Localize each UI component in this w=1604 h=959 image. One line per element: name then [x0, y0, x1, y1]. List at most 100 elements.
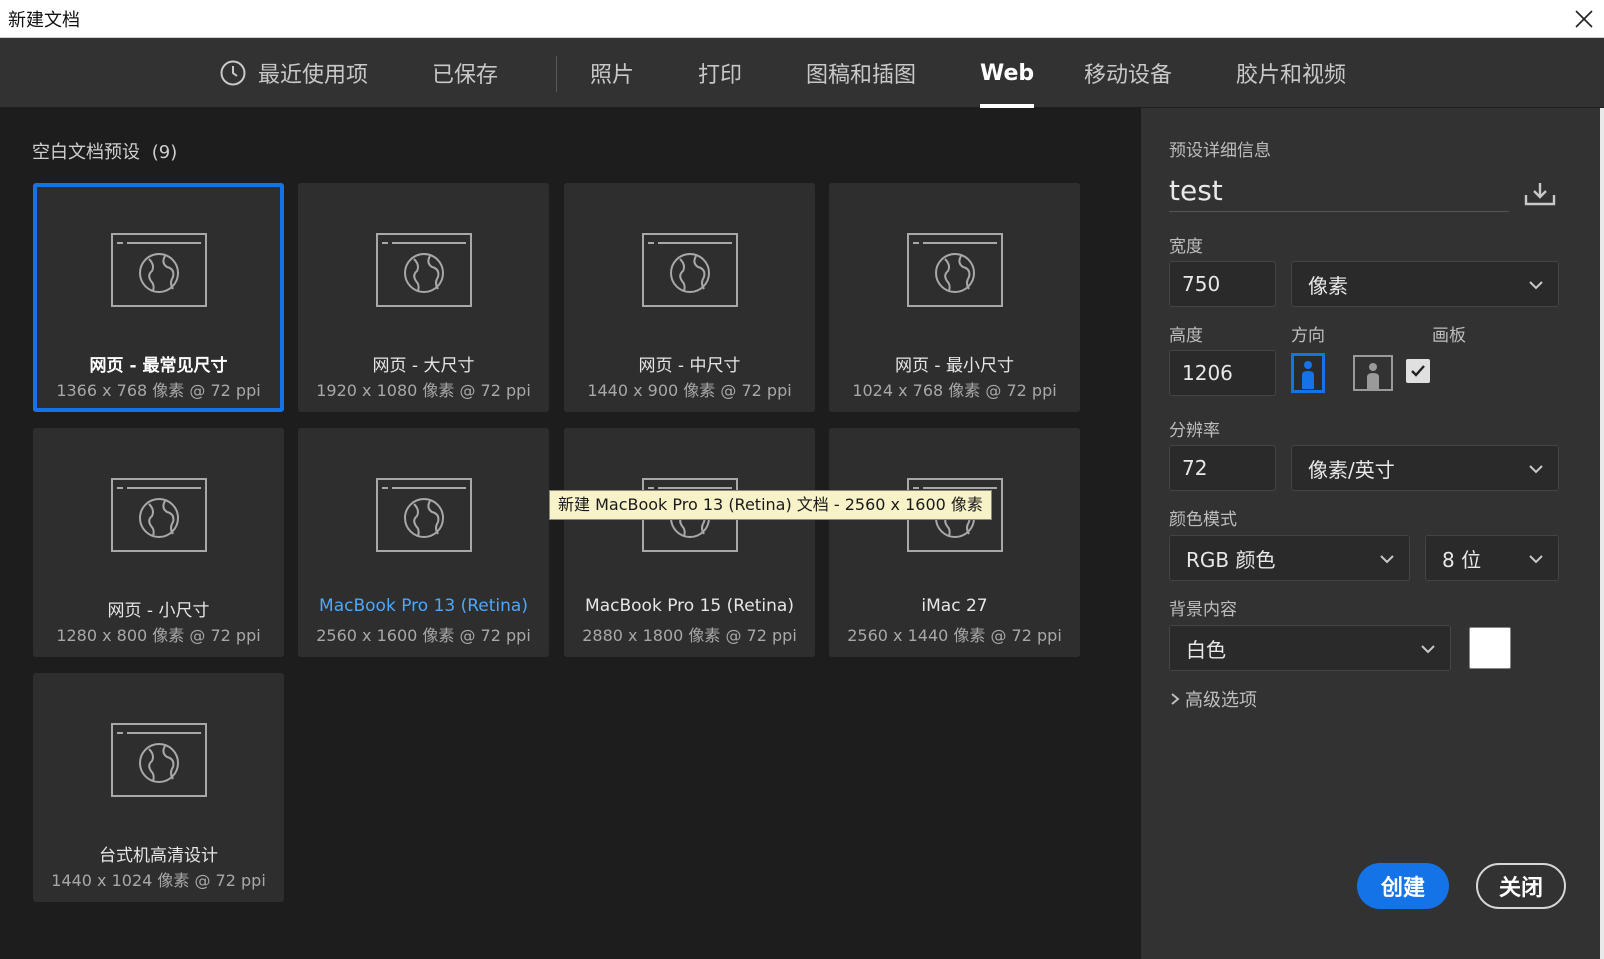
preset-name: 网页 - 小尺寸 — [107, 601, 210, 621]
width-unit-select[interactable]: 像素 — [1291, 261, 1559, 307]
preset-name: MacBook Pro 15 (Retina) — [585, 596, 794, 616]
orientation-label: 方向 — [1291, 326, 1325, 346]
preset-card[interactable]: MacBook Pro 13 (Retina) 2560 x 1600 像素 @… — [298, 428, 549, 657]
background-color-swatch[interactable] — [1469, 627, 1511, 669]
preset-dimensions: 1280 x 800 像素 @ 72 ppi — [56, 626, 261, 645]
artboard-checkbox[interactable] — [1406, 359, 1430, 383]
preset-dimensions: 1366 x 768 像素 @ 72 ppi — [56, 381, 261, 400]
close-button[interactable]: 关闭 — [1476, 863, 1566, 909]
artboard-label: 画板 — [1432, 326, 1466, 346]
preset-area: 空白文档预设 (9) 网页 - 最常见尺寸 1366 x 768 像素 @ 72… — [0, 108, 1141, 959]
tab-saved[interactable]: 已保存 — [432, 38, 498, 108]
preset-card[interactable]: iMac 27 2560 x 1440 像素 @ 72 ppi — [829, 428, 1080, 657]
window-edge — [1600, 108, 1604, 959]
preset-dimensions: 1440 x 1024 像素 @ 72 ppi — [51, 871, 266, 890]
save-preset-button[interactable] — [1523, 181, 1557, 211]
preset-card[interactable]: 网页 - 最小尺寸 1024 x 768 像素 @ 72 ppi — [829, 183, 1080, 412]
preset-card[interactable]: 网页 - 中尺寸 1440 x 900 像素 @ 72 ppi — [564, 183, 815, 412]
chevron-down-icon — [1529, 465, 1543, 474]
resolution-unit-value: 像素/英寸 — [1308, 457, 1395, 482]
web-document-icon — [376, 233, 472, 307]
clock-icon — [220, 60, 246, 86]
preset-details-panel: 预设详细信息 test 宽度 750 像素 高度 方向 画板 1206 分辨率 … — [1141, 108, 1604, 959]
color-mode-label: 颜色模式 — [1169, 510, 1237, 530]
preset-card[interactable]: 网页 - 大尺寸 1920 x 1080 像素 @ 72 ppi — [298, 183, 549, 412]
background-label: 背景内容 — [1169, 600, 1237, 620]
tab-recent[interactable]: 最近使用项 — [220, 38, 368, 108]
tab-label: 最近使用项 — [258, 63, 369, 88]
web-document-icon — [111, 233, 207, 307]
preset-dimensions: 1920 x 1080 像素 @ 72 ppi — [316, 381, 531, 400]
tab-label: 图稿和插图 — [806, 63, 917, 88]
chevron-down-icon — [1529, 281, 1543, 290]
width-input[interactable]: 750 — [1169, 261, 1276, 307]
bit-depth-value: 8 位 — [1442, 547, 1482, 572]
tab-photo[interactable]: 照片 — [590, 38, 634, 108]
preset-tooltip: 新建 MacBook Pro 13 (Retina) 文档 - 2560 x 1… — [549, 490, 992, 520]
presets-title: 空白文档预设 — [32, 142, 140, 163]
bit-depth-select[interactable]: 8 位 — [1425, 535, 1559, 581]
web-document-icon — [642, 233, 738, 307]
close-icon — [1575, 10, 1593, 28]
chevron-right-icon — [1171, 693, 1180, 705]
resolution-label: 分辨率 — [1169, 421, 1220, 441]
preset-card[interactable]: MacBook Pro 15 (Retina) 2880 x 1800 像素 @… — [564, 428, 815, 657]
create-button[interactable]: 创建 — [1357, 863, 1449, 909]
presets-count: (9) — [151, 142, 178, 163]
landscape-orientation-button[interactable] — [1353, 355, 1393, 391]
preset-card[interactable]: 网页 - 最常见尺寸 1366 x 768 像素 @ 72 ppi — [33, 183, 284, 412]
landscape-icon — [1353, 355, 1393, 391]
presets-heading: 空白文档预设 (9) — [32, 138, 177, 164]
tab-film-video[interactable]: 胶片和视频 — [1236, 38, 1346, 108]
tab-label: 照片 — [590, 63, 635, 88]
preset-dimensions: 1440 x 900 像素 @ 72 ppi — [587, 381, 792, 400]
width-unit-value: 像素 — [1308, 273, 1348, 298]
preset-card[interactable]: 网页 - 小尺寸 1280 x 800 像素 @ 72 ppi — [33, 428, 284, 657]
preset-dimensions: 2880 x 1800 像素 @ 72 ppi — [582, 626, 797, 645]
web-document-icon — [111, 723, 207, 797]
save-preset-icon — [1524, 183, 1556, 206]
tab-label: Web — [980, 60, 1035, 86]
color-mode-value: RGB 颜色 — [1186, 547, 1276, 572]
tab-mobile[interactable]: 移动设备 — [1084, 38, 1172, 108]
chevron-down-icon — [1529, 555, 1543, 564]
tab-label: 打印 — [698, 63, 743, 88]
chevron-down-icon — [1380, 555, 1394, 564]
preset-card[interactable]: 台式机高清设计 1440 x 1024 像素 @ 72 ppi — [33, 673, 284, 902]
resolution-unit-select[interactable]: 像素/英寸 — [1291, 445, 1559, 491]
background-value: 白色 — [1186, 637, 1226, 662]
web-document-icon — [111, 478, 207, 552]
tab-web[interactable]: Web — [980, 38, 1035, 108]
preset-name-input[interactable]: test — [1169, 174, 1509, 212]
portrait-orientation-button[interactable] — [1291, 353, 1325, 393]
height-label: 高度 — [1169, 326, 1203, 346]
width-label: 宽度 — [1169, 237, 1203, 257]
tab-label: 移动设备 — [1084, 63, 1173, 88]
preset-name: 网页 - 最小尺寸 — [895, 356, 1014, 376]
category-tabs: 最近使用项 已保存 照片 打印 图稿和插图 Web 移动设备 胶片和视频 — [0, 38, 1604, 108]
tab-separator — [556, 56, 557, 92]
new-document-dialog: 新建文档 最近使用项 已保存 照片 打印 图稿和插图 Web 移动设备 胶片和视… — [0, 0, 1604, 959]
details-header: 预设详细信息 — [1169, 141, 1271, 161]
advanced-options-toggle[interactable]: 高级选项 — [1169, 686, 1257, 712]
tab-art-illustration[interactable]: 图稿和插图 — [806, 38, 916, 108]
preset-name: 台式机高清设计 — [99, 846, 218, 866]
preset-dimensions: 1024 x 768 像素 @ 72 ppi — [852, 381, 1057, 400]
title-bar: 新建文档 — [0, 0, 1604, 38]
portrait-icon — [1291, 353, 1325, 393]
background-select[interactable]: 白色 — [1169, 625, 1451, 671]
web-document-icon — [907, 233, 1003, 307]
resolution-input[interactable]: 72 — [1169, 445, 1276, 491]
preset-name: MacBook Pro 13 (Retina) — [319, 596, 528, 616]
tab-label: 胶片和视频 — [1236, 63, 1347, 88]
preset-name: 网页 - 中尺寸 — [638, 356, 741, 376]
height-input[interactable]: 1206 — [1169, 350, 1276, 396]
close-window-button[interactable] — [1564, 0, 1604, 38]
preset-name: iMac 27 — [921, 596, 988, 616]
preset-name: 网页 - 最常见尺寸 — [89, 356, 228, 376]
color-mode-select[interactable]: RGB 颜色 — [1169, 535, 1410, 581]
preset-name: 网页 - 大尺寸 — [372, 356, 475, 376]
window-title: 新建文档 — [8, 10, 80, 31]
advanced-options-label: 高级选项 — [1185, 690, 1257, 711]
tab-print[interactable]: 打印 — [698, 38, 742, 108]
